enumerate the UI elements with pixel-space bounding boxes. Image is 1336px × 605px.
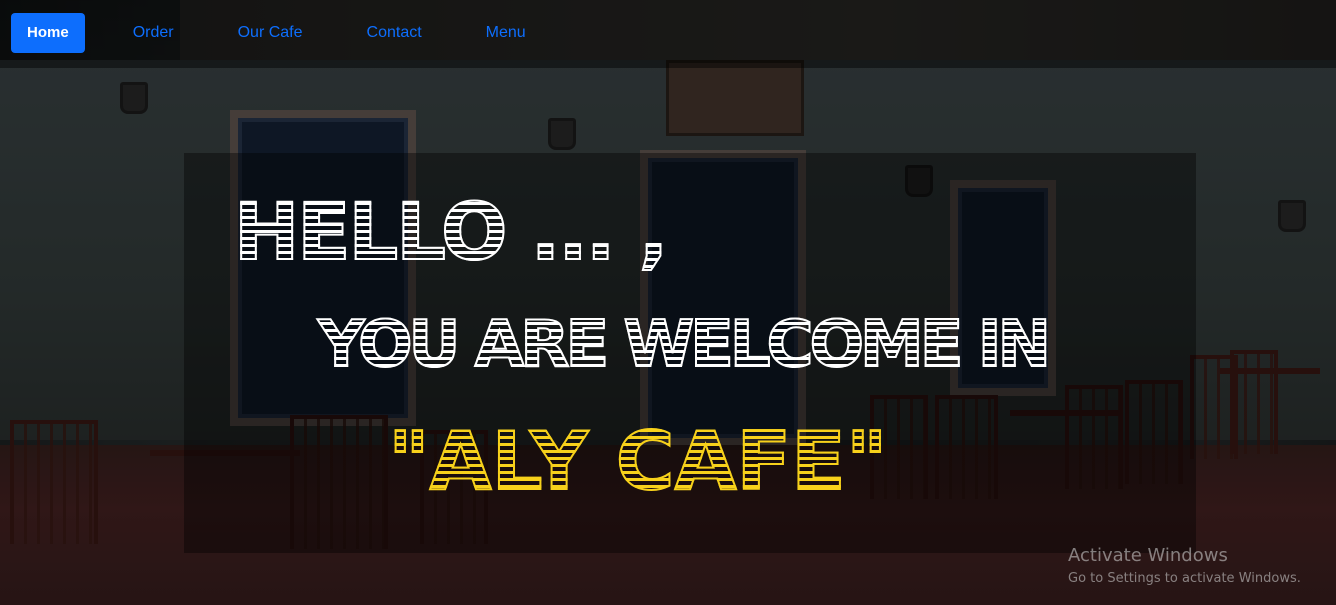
hero-cafe-name: "ALY CAFE" [387, 414, 888, 509]
activate-windows-watermark: Activate Windows Go to Settings to activ… [1068, 545, 1301, 588]
watermark-title: Activate Windows [1068, 545, 1228, 566]
hero-welcome-text: You are welcome in [317, 307, 1052, 383]
watermark-subtitle: Go to Settings to activate Windows. [1068, 571, 1301, 586]
nav-list: Home Order Our Cafe Contact Menu [11, 13, 526, 53]
hero-greeting: Hello ... , [233, 187, 669, 279]
nav-contact-link[interactable]: Contact [367, 13, 422, 53]
hero-box: Hello ... , You are welcome in "ALY CAFE… [184, 153, 1196, 553]
navbar: Home Order Our Cafe Contact Menu [0, 0, 1336, 68]
nav-our-cafe-link[interactable]: Our Cafe [238, 13, 303, 53]
nav-menu-link[interactable]: Menu [486, 13, 526, 53]
page: Home Order Our Cafe Contact Menu Hello .… [0, 0, 1336, 605]
nav-order-link[interactable]: Order [133, 13, 174, 53]
nav-home-link[interactable]: Home [11, 13, 85, 53]
